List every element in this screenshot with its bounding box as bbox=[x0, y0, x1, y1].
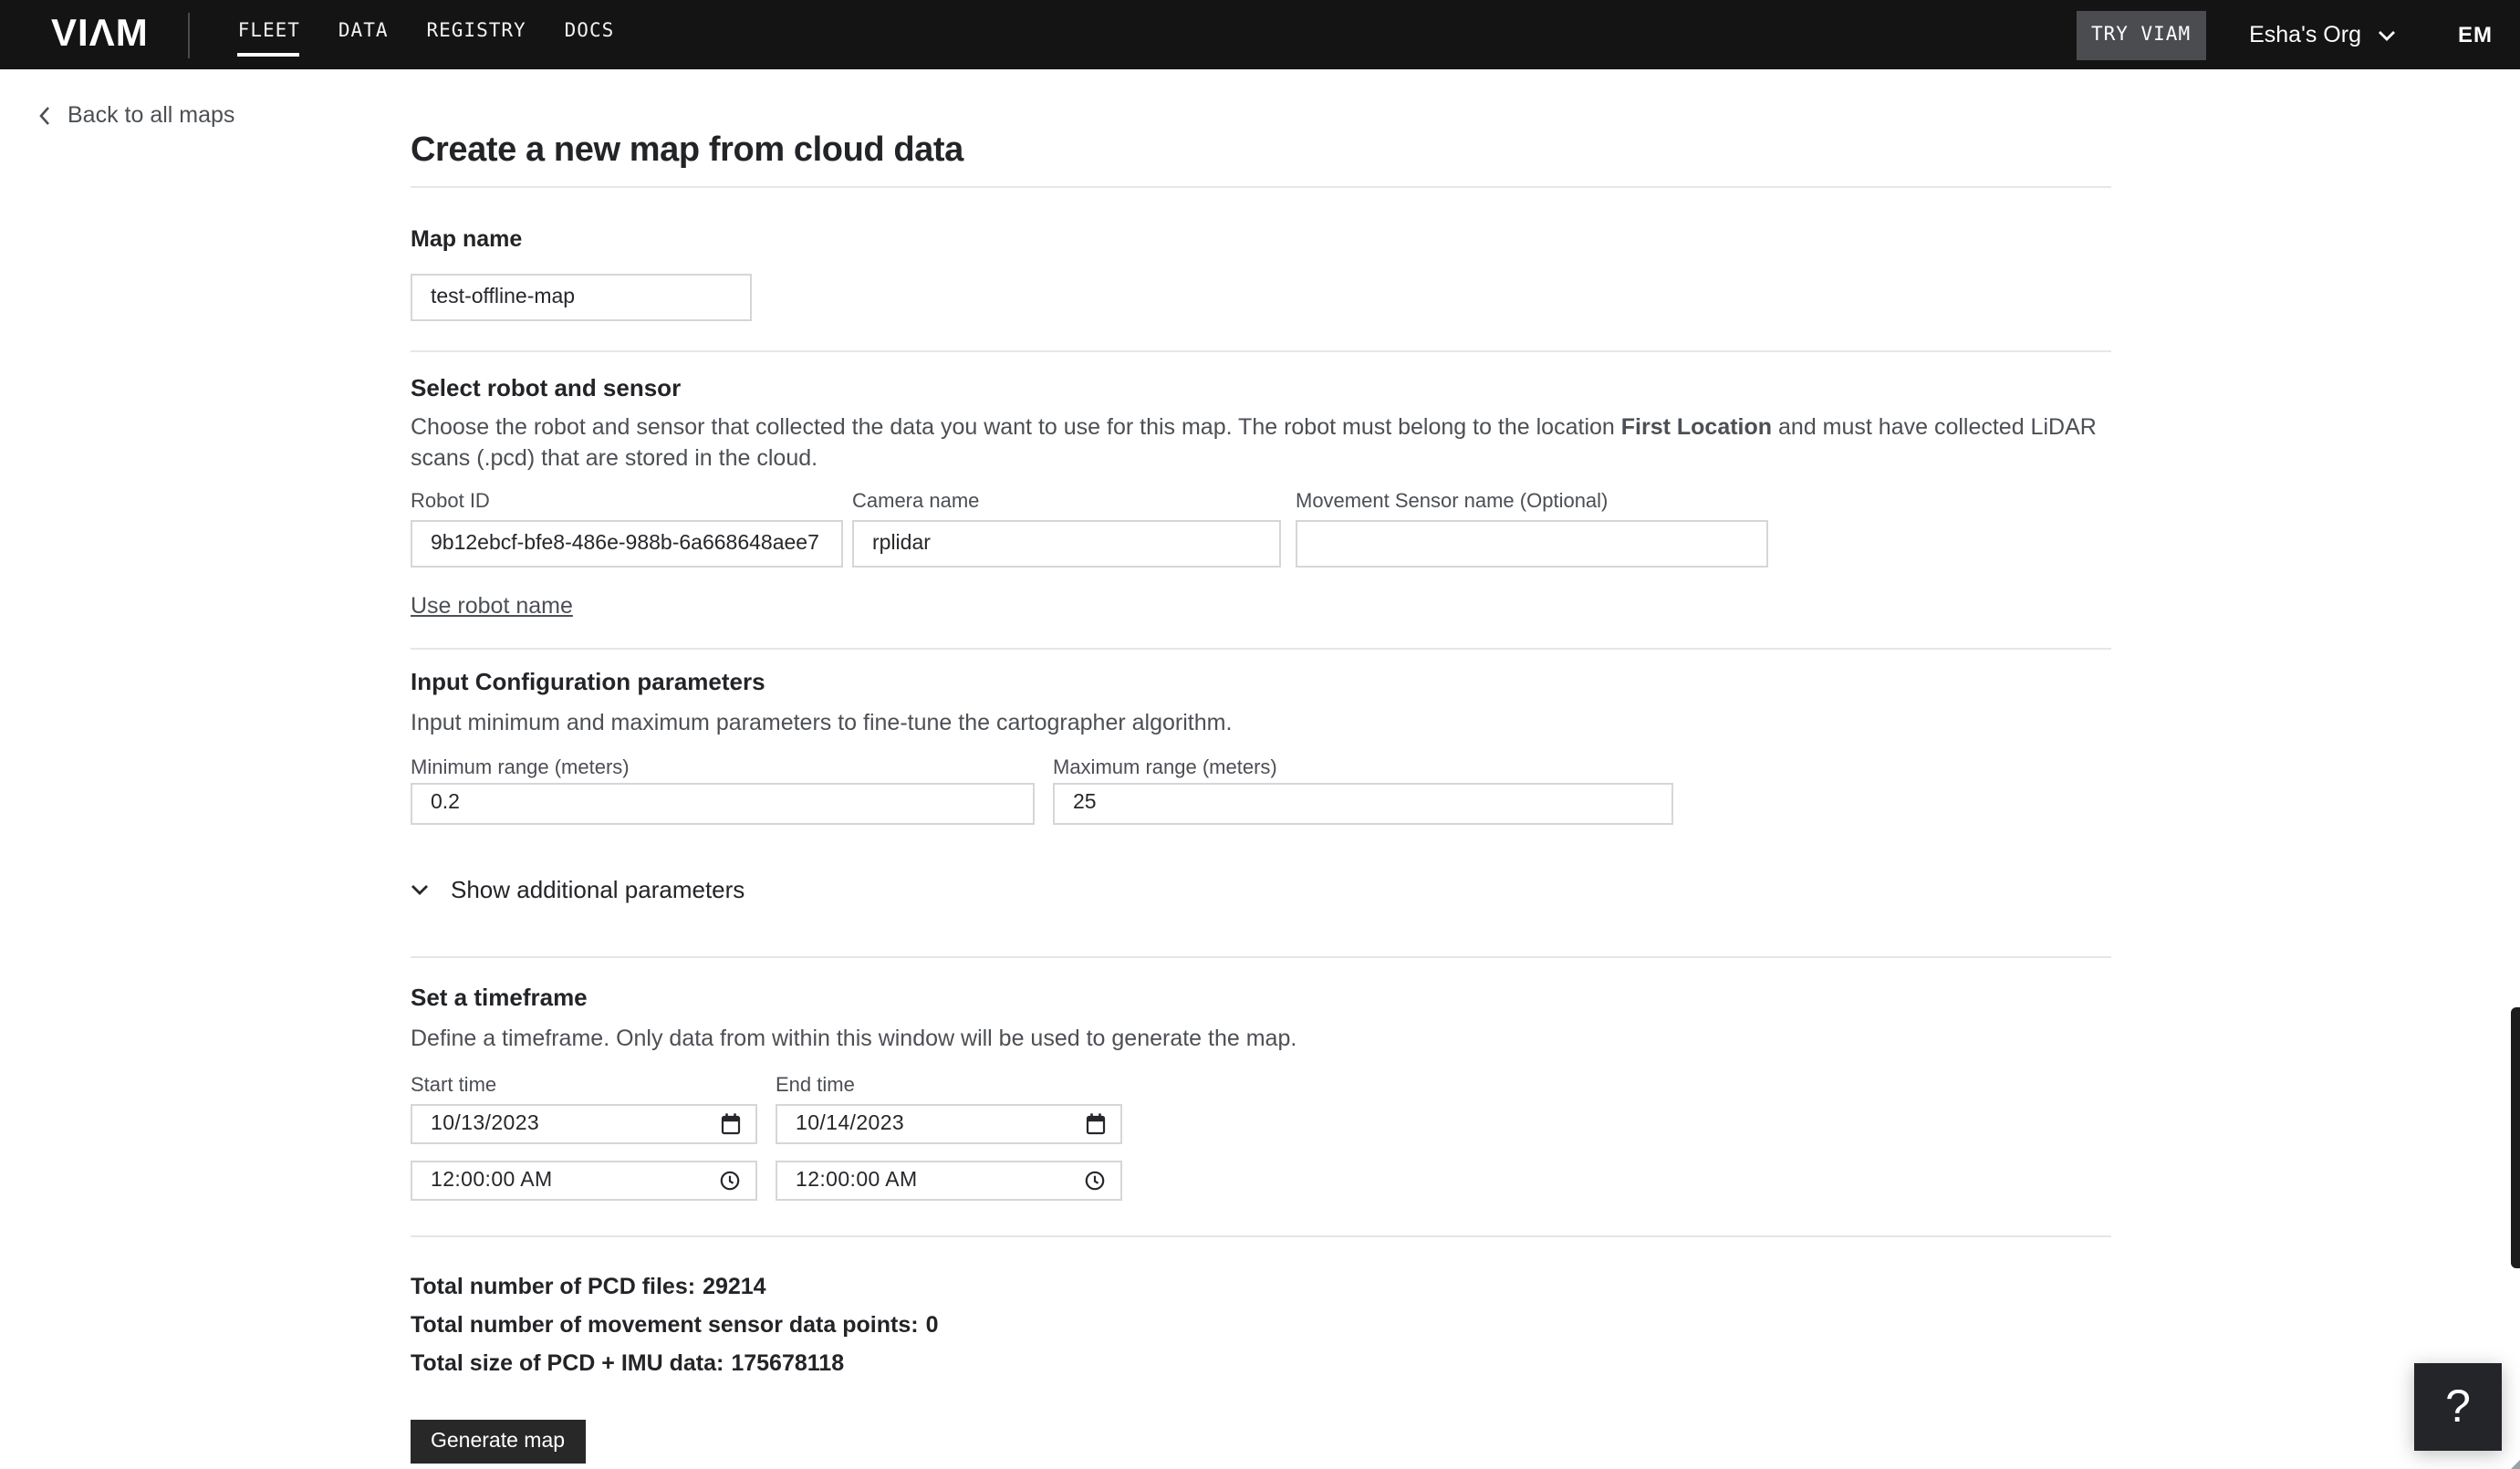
divider bbox=[411, 186, 2111, 188]
viam-logo[interactable]: VIΛM bbox=[51, 13, 149, 57]
chevron-down-icon bbox=[2378, 28, 2396, 41]
movement-sensor-input[interactable] bbox=[1296, 520, 1768, 568]
config-section-heading: Input Configuration parameters bbox=[411, 668, 765, 695]
map-name-input[interactable] bbox=[411, 274, 752, 321]
back-to-maps-link[interactable]: Back to all maps bbox=[38, 102, 234, 128]
help-button[interactable]: ? bbox=[2414, 1363, 2502, 1451]
show-additional-parameters-toggle[interactable]: Show additional parameters bbox=[411, 875, 2111, 902]
chevron-left-icon bbox=[38, 105, 51, 125]
camera-name-label: Camera name bbox=[852, 491, 980, 513]
use-robot-name-link[interactable]: Use robot name bbox=[411, 593, 573, 619]
nav-divider bbox=[188, 12, 191, 57]
org-name: Esha's Org bbox=[2249, 22, 2361, 47]
back-link-label: Back to all maps bbox=[68, 102, 235, 128]
robot-id-field: Robot ID bbox=[411, 491, 843, 568]
show-additional-label: Show additional parameters bbox=[451, 875, 745, 902]
start-time-input[interactable]: 12:00:00 AM bbox=[411, 1161, 757, 1201]
movement-sensor-field: Movement Sensor name (Optional) bbox=[1296, 491, 1768, 568]
end-date-value: 10/14/2023 bbox=[796, 1113, 905, 1135]
robot-id-label: Robot ID bbox=[411, 491, 490, 513]
nav-link-docs[interactable]: DOCS bbox=[565, 13, 615, 57]
nav-links: FLEET DATA REGISTRY DOCS bbox=[237, 13, 615, 57]
robot-id-input[interactable] bbox=[411, 520, 843, 568]
summary-movement-points: Total number of movement sensor data poi… bbox=[411, 1312, 939, 1338]
divider bbox=[411, 648, 2111, 650]
divider bbox=[411, 1235, 2111, 1237]
org-switcher[interactable]: Esha's Org bbox=[2249, 22, 2396, 47]
divider bbox=[411, 350, 2111, 352]
max-range-input[interactable] bbox=[1053, 782, 1673, 824]
scrollbar-thumb[interactable] bbox=[2511, 1007, 2520, 1268]
main-content: Create a new map from cloud data Map nam… bbox=[411, 69, 2111, 1464]
location-name: First Location bbox=[1620, 414, 1773, 440]
start-date-value: 10/13/2023 bbox=[431, 1113, 540, 1135]
top-navbar: VIΛM FLEET DATA REGISTRY DOCS TRY VIAM E… bbox=[0, 0, 2520, 69]
nav-right: TRY VIAM Esha's Org EM bbox=[2076, 10, 2493, 59]
config-section-description: Input minimum and maximum parameters to … bbox=[411, 710, 1233, 735]
try-viam-button[interactable]: TRY VIAM bbox=[2076, 10, 2206, 59]
chevron-down-icon bbox=[411, 882, 429, 895]
summary-pcd-files: Total number of PCD files: 29214 bbox=[411, 1274, 766, 1299]
clock-icon bbox=[719, 1170, 741, 1192]
avatar[interactable]: EM bbox=[2458, 22, 2493, 47]
calendar-icon bbox=[721, 1113, 741, 1135]
date-inputs-row: 10/13/2023 10/14/2023 bbox=[411, 1104, 2111, 1144]
robot-section-heading: Select robot and sensor bbox=[411, 374, 682, 401]
min-range-input[interactable] bbox=[411, 782, 1035, 824]
timeframe-section-description: Define a timeframe. Only data from withi… bbox=[411, 1025, 1297, 1050]
nav-link-registry[interactable]: REGISTRY bbox=[427, 13, 526, 57]
start-time-label: Start time bbox=[411, 1075, 497, 1097]
end-date-input[interactable]: 10/14/2023 bbox=[776, 1104, 1122, 1144]
camera-name-input[interactable] bbox=[852, 520, 1281, 568]
page-title: Create a new map from cloud data bbox=[411, 131, 963, 170]
camera-name-field: Camera name bbox=[852, 491, 1281, 568]
max-range-label: Maximum range (meters) bbox=[1053, 756, 1277, 778]
min-range-label: Minimum range (meters) bbox=[411, 756, 630, 778]
start-time-value: 12:00:00 AM bbox=[431, 1170, 553, 1192]
nav-link-fleet[interactable]: FLEET bbox=[237, 13, 301, 57]
range-fields-row: Minimum range (meters) Maximum range (me… bbox=[411, 756, 2111, 824]
summary-block: Total number of PCD files: 29214 Total nu… bbox=[411, 1274, 2111, 1376]
divider bbox=[411, 955, 2111, 957]
clock-icon bbox=[1084, 1170, 1106, 1192]
time-inputs-row: 12:00:00 AM 12:00:00 AM bbox=[411, 1161, 2111, 1201]
app-root: VIΛM FLEET DATA REGISTRY DOCS TRY VIAM E… bbox=[0, 0, 2520, 1469]
max-range-field: Maximum range (meters) bbox=[1053, 756, 1673, 824]
min-range-field: Minimum range (meters) bbox=[411, 756, 1035, 824]
generate-map-button[interactable]: Generate map bbox=[411, 1420, 586, 1464]
nav-link-data[interactable]: DATA bbox=[338, 13, 389, 57]
summary-total-size: Total size of PCD + IMU data: 175678118 bbox=[411, 1350, 845, 1376]
end-time-input[interactable]: 12:00:00 AM bbox=[776, 1161, 1122, 1201]
robot-section-description: Choose the robot and sensor that collect… bbox=[411, 414, 2097, 470]
map-name-label: Map name bbox=[411, 226, 523, 252]
timeframe-labels-row: Start time End time bbox=[411, 1075, 2111, 1097]
start-date-input[interactable]: 10/13/2023 bbox=[411, 1104, 757, 1144]
end-time-label: End time bbox=[776, 1075, 855, 1097]
resize-grip bbox=[2511, 1460, 2520, 1469]
robot-fields-row: Robot ID Camera name Movement Sensor nam… bbox=[411, 491, 2111, 568]
end-time-value: 12:00:00 AM bbox=[796, 1170, 918, 1192]
timeframe-section-heading: Set a timeframe bbox=[411, 983, 588, 1010]
movement-sensor-label: Movement Sensor name (Optional) bbox=[1296, 491, 1609, 513]
calendar-icon bbox=[1086, 1113, 1106, 1135]
